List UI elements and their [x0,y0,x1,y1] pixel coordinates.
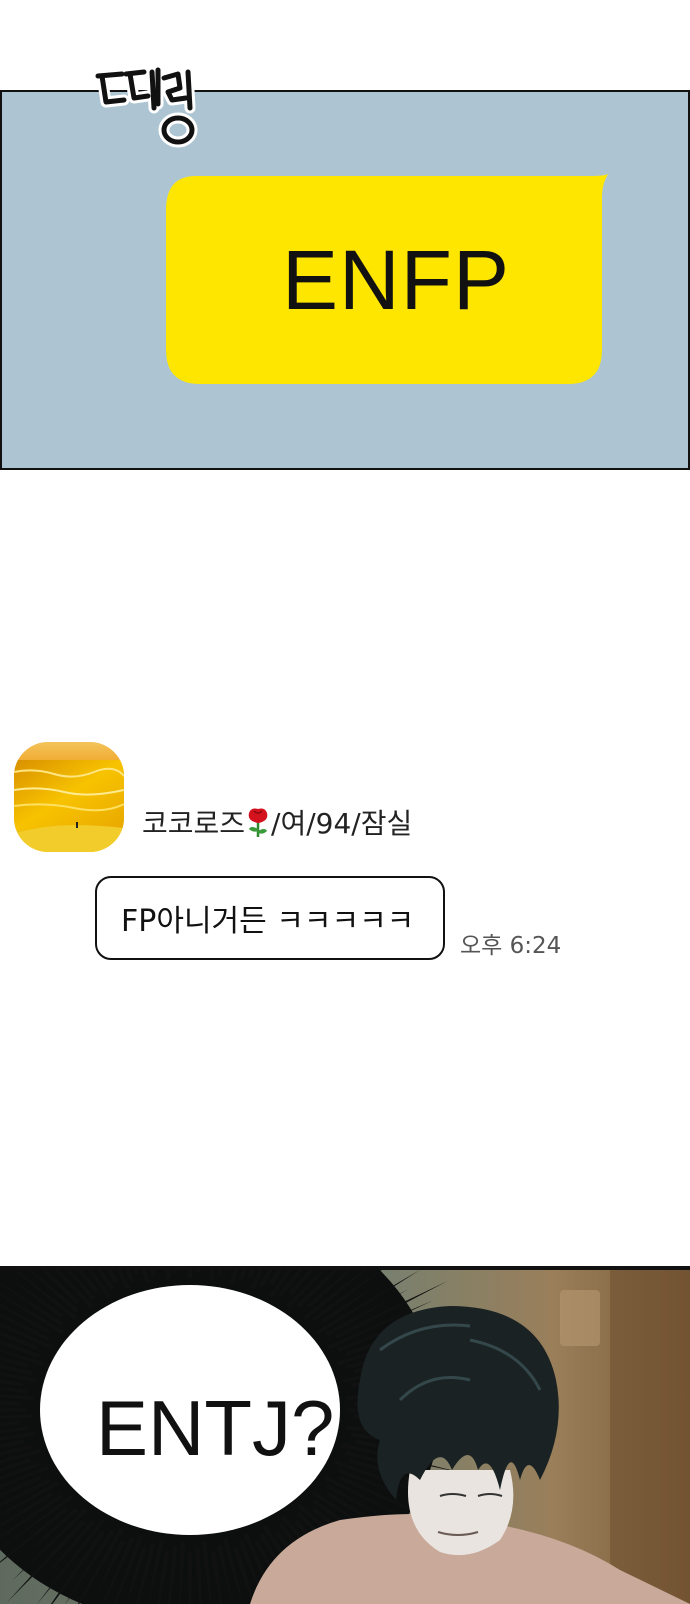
sfx-label: 띠링 [92,64,94,65]
message-timestamp: 오후 6:24 [460,926,561,960]
speed-line [188,1270,193,1278]
sunset-beach-photo [14,742,124,852]
speed-line [0,1408,26,1412]
sender-name: 코코로즈/여/94/잠실 [142,802,412,842]
sfx-ding-lettering: 띠링 [92,64,204,148]
chat-message-text: FP아니거든 ㅋㅋㅋㅋㅋ [121,896,414,940]
sender-suffix: /여/94/잠실 [271,807,412,840]
chat-message-bubble[interactable]: FP아니거든 ㅋㅋㅋㅋㅋ [95,876,445,960]
sender-name-text: 코코로즈 [142,807,245,840]
message-bubble-text: ENFP [166,174,606,386]
shout-text: ENTJ? [96,1383,334,1474]
avatar[interactable] [14,742,124,852]
rose-icon [245,807,271,837]
